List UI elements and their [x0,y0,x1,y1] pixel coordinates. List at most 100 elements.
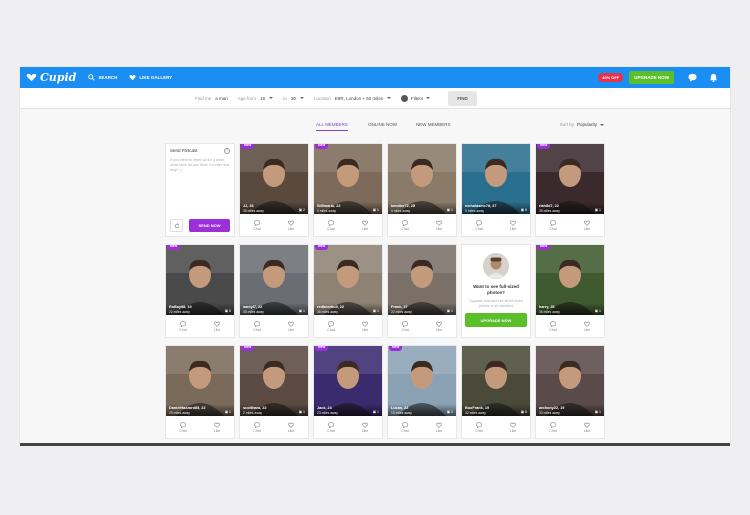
member-name[interactable]: redbeerbull, 22 [317,305,344,309]
help-icon[interactable]: ? [224,148,230,154]
age-from-field[interactable]: Age from 18 [238,96,274,101]
member-photo[interactable]: samyl7, 22 35 miles away ▣ 1 [240,245,308,315]
member-card[interactable]: New harry, 25 36 miles away ▣ 1 Chat Like [535,244,605,338]
find-button[interactable]: FIND [448,90,477,106]
member-name[interactable]: samyl7, 22 [243,305,262,309]
member-card[interactable]: kendler72, 25 0 miles away ▣ 1 Chat Like [387,143,457,237]
member-name[interactable]: RoBay98, 19 [169,305,192,309]
member-card[interactable]: New RoBay98, 19 22 miles away ▣ 5 Chat Like [165,244,235,338]
member-card[interactable]: New Sil9mario, 22 0 miles away ▣ 1 Chat Like [313,143,383,237]
chat-bubble-icon[interactable] [688,73,697,82]
like-button[interactable]: Like [422,416,456,438]
like-button[interactable]: Like [348,416,382,438]
chat-button[interactable]: Chat [166,416,200,438]
member-name[interactable]: JJ, 26 [243,204,254,208]
chat-button[interactable]: Chat [314,315,348,337]
member-photo[interactable]: New Lucas, 22 15 miles away ▣ 1 [388,346,456,416]
find-field[interactable]: Find me a man [195,96,228,101]
bell-icon[interactable] [709,73,718,82]
member-photo[interactable]: New Sil9mario, 22 0 miles away ▣ 1 [314,144,382,214]
member-photo[interactable]: New Jack, 24 23 miles away ▣ 1 [314,346,382,416]
nav-search[interactable]: SEARCH [88,74,117,81]
member-photo[interactable]: New redbeerbull, 22 36 miles away ▣ 1 [314,245,382,315]
sort-dropdown[interactable]: Sort by Popularity [560,122,604,127]
member-card[interactable]: New riah8d7, 22 35 miles away ▣ 1 Chat Like [535,143,605,237]
like-button[interactable]: Like [348,315,382,337]
member-card[interactable]: New Jack, 24 23 miles away ▣ 1 Chat Like [313,345,383,439]
like-button[interactable]: Like [570,315,604,337]
like-button[interactable]: Like [570,416,604,438]
promo-upgrade-button[interactable]: UPGRADE NOW [465,313,527,327]
chat-button[interactable]: Chat [240,214,274,236]
member-card[interactable]: New Lucas, 22 15 miles away ▣ 1 Chat Like [387,345,457,439]
member-photo[interactable]: Frank, 27 22 miles away ▣ 1 [388,245,456,315]
chat-button[interactable]: Chat [462,214,496,236]
chat-button[interactable]: Chat [388,416,422,438]
filters-dropdown[interactable]: Filters [401,94,431,102]
like-button[interactable]: Like [422,315,456,337]
tab-online-now[interactable]: ONLINE NOW [368,122,397,130]
member-name[interactable]: scotthara, 22 [243,406,266,410]
refresh-button[interactable] [170,219,183,232]
member-photo[interactable]: nicholasmc78, 27 0 miles away ▣ 6 [462,144,530,214]
member-photo[interactable]: DanielHazzard85, 22 29 miles away ▣ 1 [166,346,234,416]
chat-button[interactable]: Chat [314,214,348,236]
chat-button[interactable]: Chat [536,416,570,438]
member-card[interactable]: New JJ, 26 35 miles away ▣ 2 Chat Like [239,143,309,237]
member-name[interactable]: anthony22, 19 [539,406,564,410]
location-field[interactable]: Location E8R, London + 50 miles [314,96,392,101]
chat-button[interactable]: Chat [462,416,496,438]
member-photo[interactable]: New RoBay98, 19 22 miles away ▣ 5 [166,245,234,315]
member-name[interactable]: Jack, 24 [317,406,332,410]
member-card[interactable]: samyl7, 22 35 miles away ▣ 1 Chat Like [239,244,309,338]
like-button[interactable]: Like [570,214,604,236]
like-button[interactable]: Like [274,315,308,337]
like-button[interactable]: Like [274,214,308,236]
member-name[interactable]: Sil9mario, 22 [317,204,340,208]
member-card[interactable]: New scotthara, 22 2 miles away ▣ 1 Chat Like [239,345,309,439]
member-photo[interactable]: New harry, 25 36 miles away ▣ 1 [536,245,604,315]
member-photo[interactable]: New scotthara, 22 2 miles away ▣ 1 [240,346,308,416]
tab-new-members[interactable]: NEW MEMBERS [416,122,451,130]
chat-button[interactable]: Chat [388,214,422,236]
chat-button[interactable]: Chat [388,315,422,337]
member-photo[interactable]: BooFrank, 19 32 miles away ▣ 6 [462,346,530,416]
chat-button[interactable]: Chat [240,315,274,337]
chat-button[interactable]: Chat [536,315,570,337]
member-name[interactable]: BooFrank, 19 [465,406,489,410]
member-name[interactable]: riah8d7, 22 [539,204,559,208]
discount-badge[interactable]: 40% OFF [598,73,624,82]
like-button[interactable]: Like [496,214,530,236]
member-name[interactable]: kendler72, 25 [391,204,415,208]
logo[interactable]: Cupid [26,71,76,84]
member-name[interactable]: harry, 25 [539,305,555,309]
member-card[interactable]: BooFrank, 19 32 miles away ▣ 6 Chat Like [461,345,531,439]
member-card[interactable]: anthony22, 19 33 miles away ▣ 1 Chat Like [535,345,605,439]
member-name[interactable]: DanielHazzard85, 22 [169,406,206,410]
member-card[interactable]: DanielHazzard85, 22 29 miles away ▣ 1 Chat L… [165,345,235,439]
chat-button[interactable]: Chat [240,416,274,438]
member-photo[interactable]: anthony22, 19 33 miles away ▣ 1 [536,346,604,416]
upgrade-button[interactable]: UPGRADE NOW [629,71,674,84]
member-photo[interactable]: kendler72, 25 0 miles away ▣ 1 [388,144,456,214]
member-name[interactable]: Frank, 27 [391,305,408,309]
member-card[interactable]: nicholasmc78, 27 0 miles away ▣ 6 Chat Like [461,143,531,237]
member-photo[interactable]: New riah8d7, 22 35 miles away ▣ 1 [536,144,604,214]
chat-button[interactable]: Chat [166,315,200,337]
member-card[interactable]: Frank, 27 22 miles away ▣ 1 Chat Like [387,244,457,338]
send-now-button[interactable]: SEND NOW [189,219,230,232]
like-button[interactable]: Like [422,214,456,236]
like-button[interactable]: Like [348,214,382,236]
like-button[interactable]: Like [274,416,308,438]
member-name[interactable]: Lucas, 22 [391,406,408,410]
member-photo[interactable]: New JJ, 26 35 miles away ▣ 2 [240,144,308,214]
age-to-field[interactable]: to 30 [283,96,304,101]
nav-like-gallery[interactable]: LIKE GALLERY [129,74,172,81]
member-name[interactable]: nicholasmc78, 27 [465,204,496,208]
chat-button[interactable]: Chat [314,416,348,438]
member-card[interactable]: New redbeerbull, 22 36 miles away ▣ 1 Chat Li… [313,244,383,338]
chat-button[interactable]: Chat [536,214,570,236]
like-button[interactable]: Like [496,416,530,438]
like-button[interactable]: Like [200,416,234,438]
like-button[interactable]: Like [200,315,234,337]
